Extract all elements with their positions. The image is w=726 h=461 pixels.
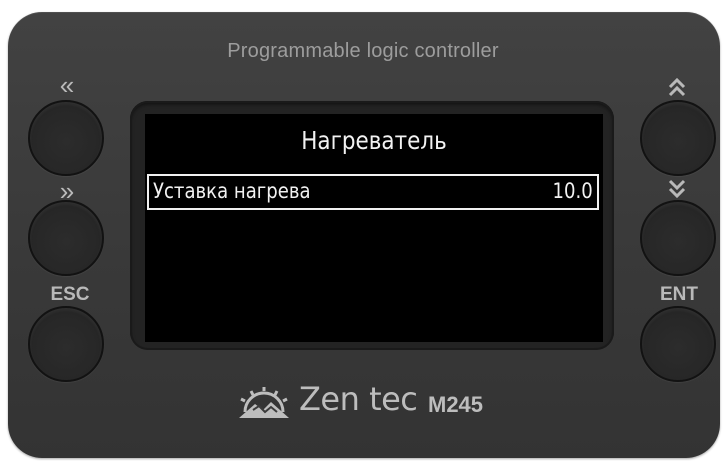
lcd-screen: Нагреватель Уставка нагрева 10.0 bbox=[145, 114, 603, 342]
esc-button-label: ESC bbox=[50, 284, 90, 305]
ent-button-label: ENT bbox=[660, 284, 698, 305]
up-button[interactable] bbox=[640, 100, 716, 176]
prev-button[interactable] bbox=[28, 100, 104, 176]
brand-name: Zen tec bbox=[299, 380, 418, 418]
menu-item-heating-setpoint[interactable]: Уставка нагрева 10.0 bbox=[147, 174, 599, 210]
up-button-label bbox=[652, 76, 702, 102]
double-chevron-down-icon bbox=[668, 179, 686, 199]
menu-item-label: Уставка нагрева bbox=[153, 179, 311, 203]
ent-button[interactable] bbox=[640, 306, 716, 382]
esc-button[interactable] bbox=[28, 306, 104, 382]
screen-title: Нагреватель bbox=[301, 126, 447, 155]
menu-item-value: 10.0 bbox=[552, 179, 593, 203]
model-number: M245 bbox=[428, 392, 484, 417]
double-chevron-left-icon: « bbox=[59, 70, 75, 100]
device-title: Programmable logic controller bbox=[227, 40, 499, 62]
down-button[interactable] bbox=[640, 200, 716, 276]
prev-button-label: « bbox=[42, 70, 92, 101]
sun-mountain-logo-icon bbox=[239, 387, 289, 418]
brand-logo: Zen tec M245 bbox=[235, 380, 535, 426]
double-chevron-up-icon bbox=[668, 77, 686, 97]
next-button[interactable] bbox=[28, 200, 104, 276]
